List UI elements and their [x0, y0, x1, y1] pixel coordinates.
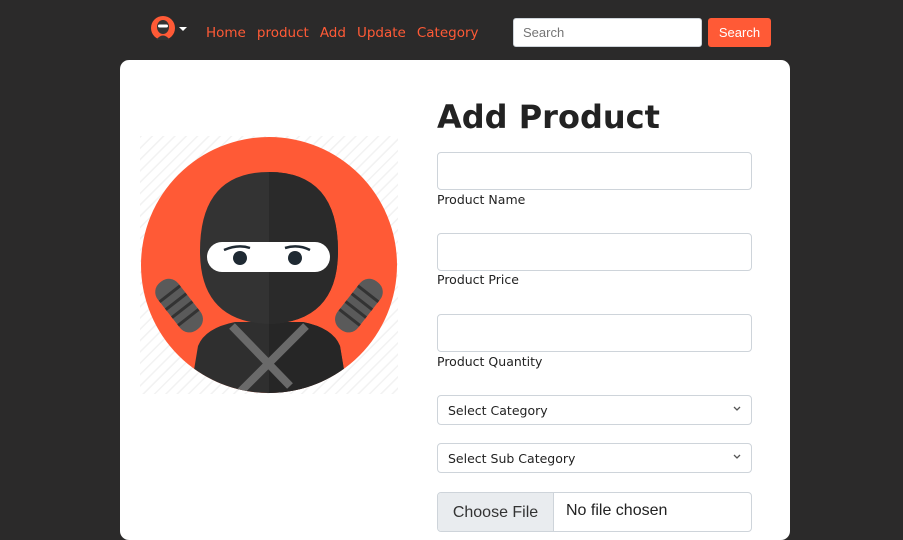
brand-menu[interactable]: [150, 16, 190, 40]
category-select-value: Select Category: [448, 403, 548, 418]
nav-link-category[interactable]: Category: [417, 24, 479, 42]
subcategory-select[interactable]: Select Sub Category: [437, 443, 752, 473]
add-product-card: Add Product Product Name Product Price P…: [120, 60, 790, 540]
product-quantity-input[interactable]: [437, 314, 752, 352]
product-price-label: Product Price: [437, 272, 519, 287]
nav-links: Home product Add Update Category: [206, 24, 479, 42]
nav-link-home[interactable]: Home: [206, 24, 246, 42]
page-title: Add Product: [437, 98, 660, 136]
file-status-text: No file chosen: [566, 502, 668, 519]
nav-link-update[interactable]: Update: [357, 24, 406, 42]
category-select[interactable]: Select Category: [437, 395, 752, 425]
chevron-down-icon: [733, 406, 741, 411]
product-name-input[interactable]: [437, 152, 752, 190]
search-button[interactable]: Search: [708, 18, 771, 47]
product-price-input[interactable]: [437, 233, 752, 271]
nav-link-product[interactable]: product: [257, 24, 309, 42]
nav-link-add[interactable]: Add: [320, 24, 346, 42]
chevron-down-icon: [733, 454, 741, 459]
search-input[interactable]: [513, 18, 702, 47]
caret-down-icon: [179, 27, 187, 31]
product-image-file-input[interactable]: Choose File No file chosen: [437, 492, 752, 532]
ninja-logo-icon: [151, 16, 175, 40]
ninja-illustration: [140, 136, 398, 394]
product-quantity-label: Product Quantity: [437, 354, 543, 369]
choose-file-button[interactable]: Choose File: [438, 493, 554, 531]
navbar: Home product Add Update Category Search: [0, 0, 903, 60]
product-name-label: Product Name: [437, 192, 526, 207]
subcategory-select-value: Select Sub Category: [448, 451, 576, 466]
